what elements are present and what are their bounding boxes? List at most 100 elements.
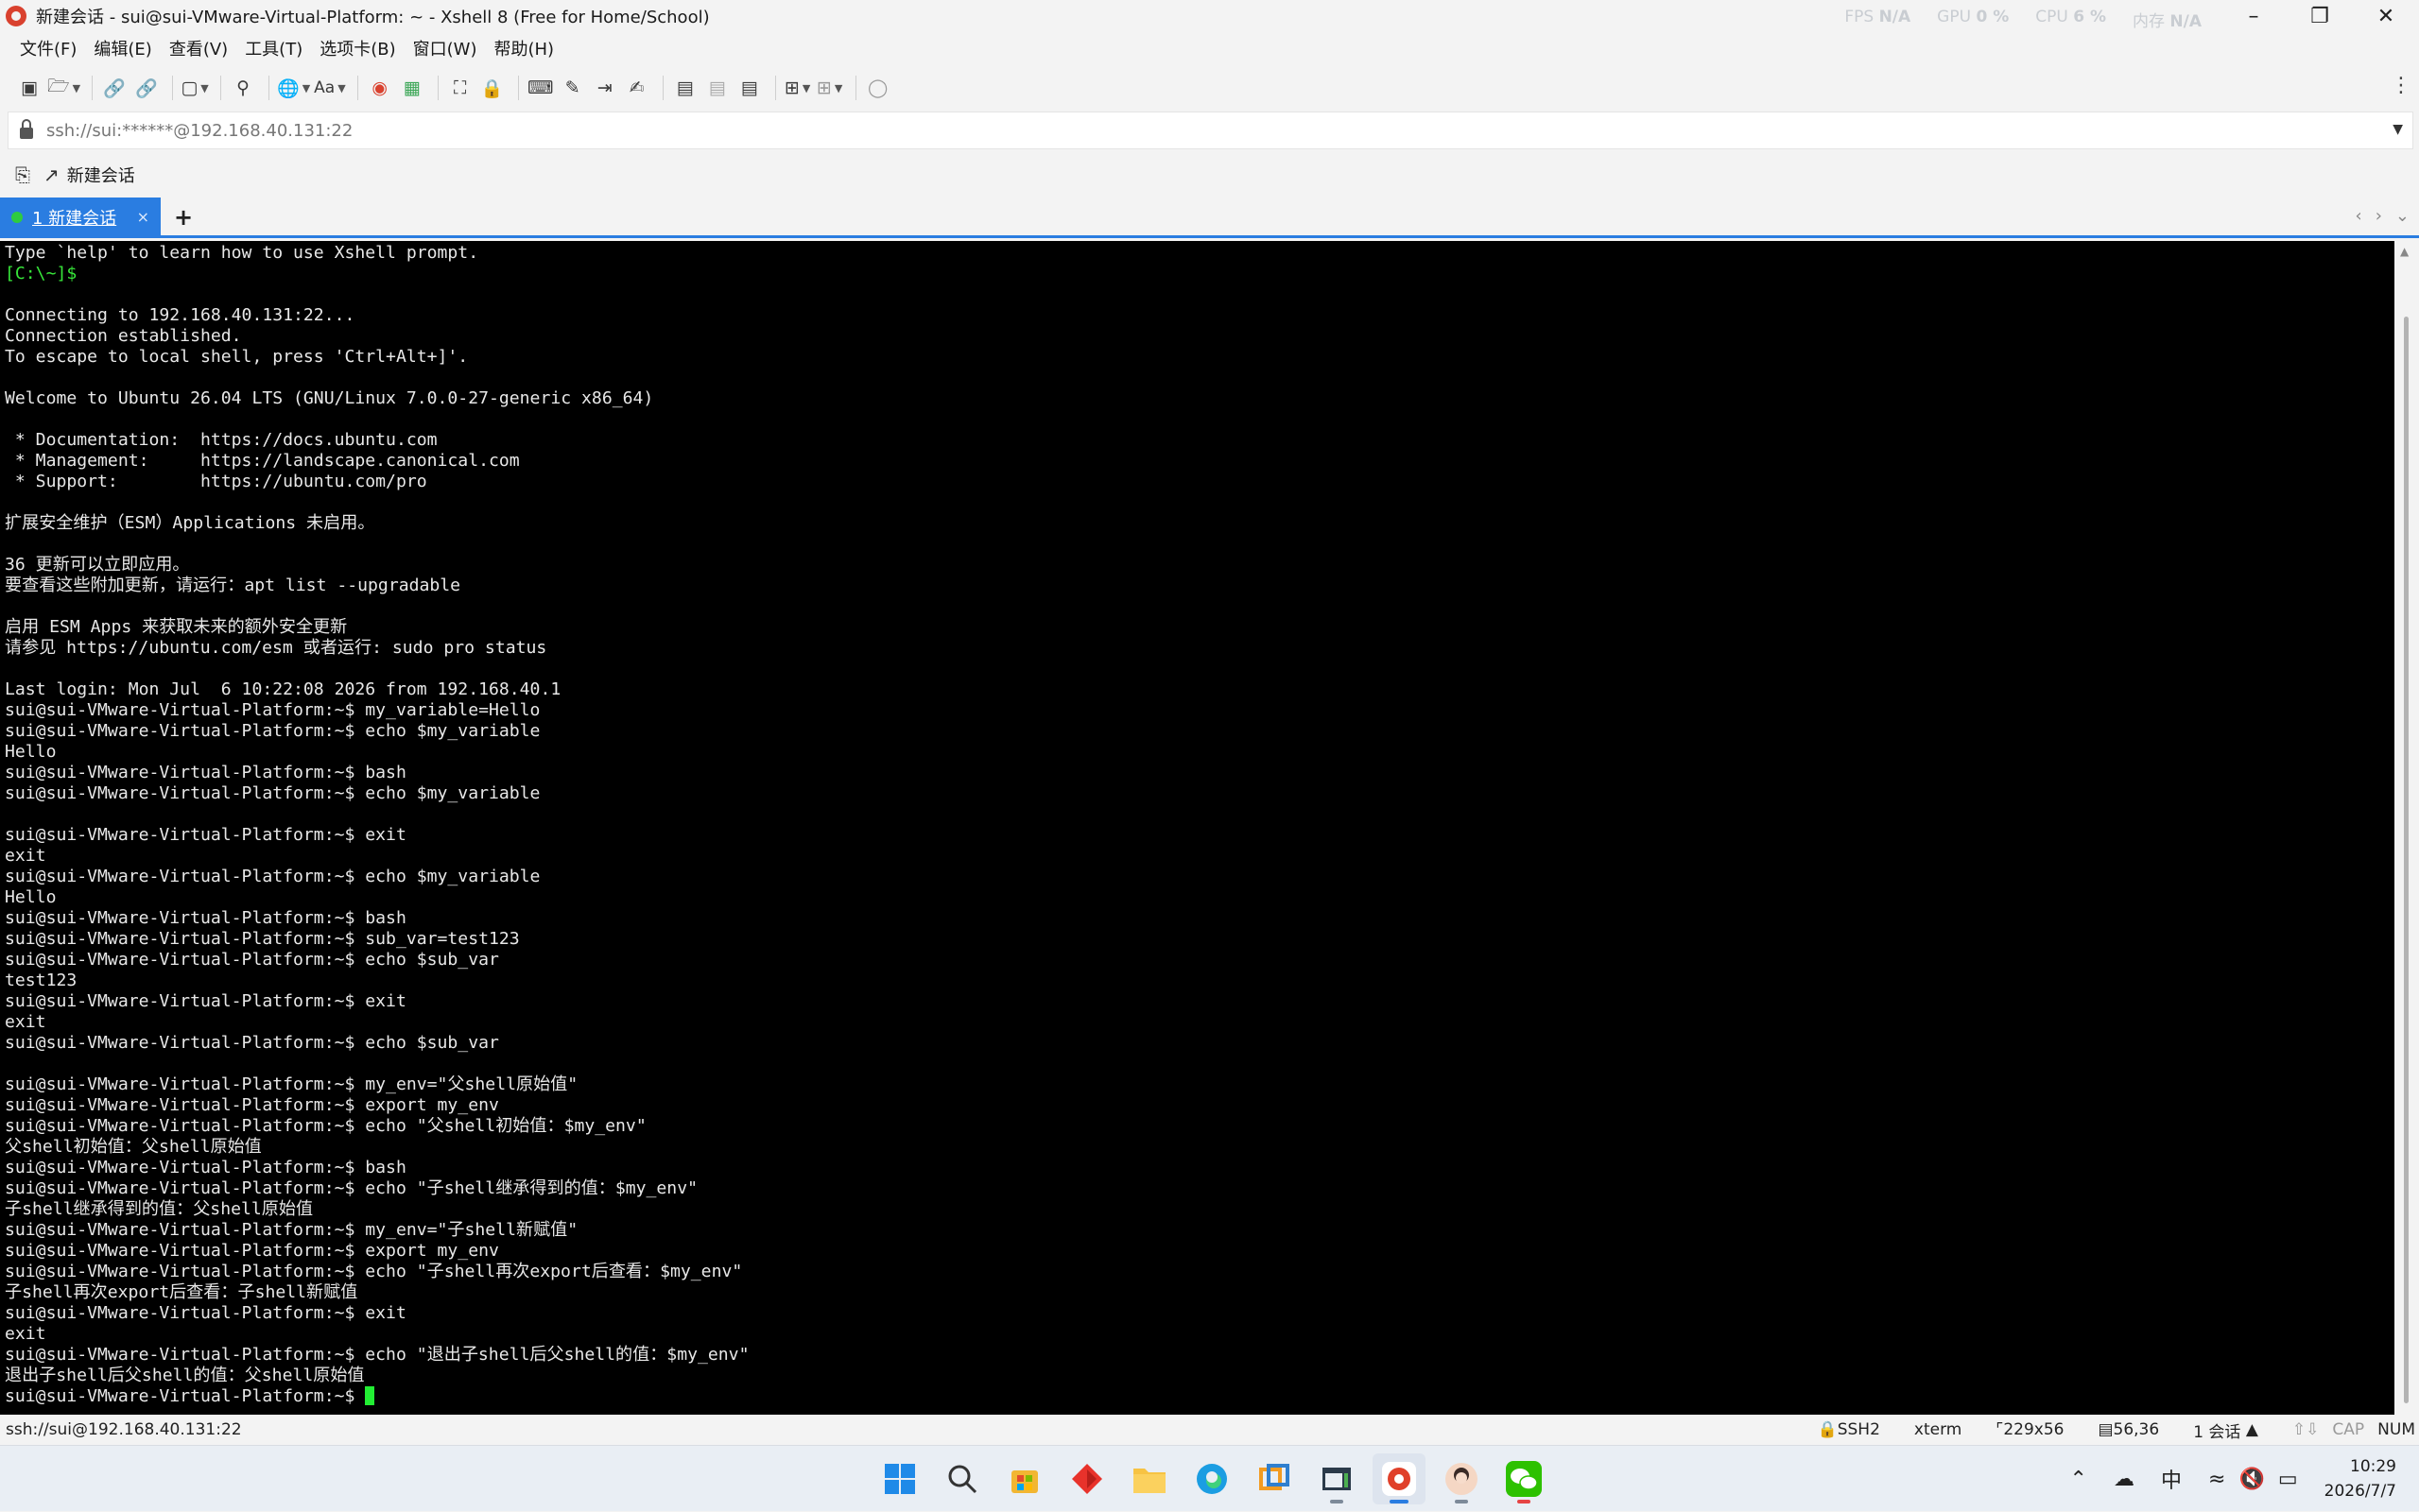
- close-tab-icon[interactable]: ×: [137, 208, 149, 226]
- scroll-up-icon[interactable]: ▲: [2400, 245, 2409, 258]
- menu-tools[interactable]: 工具(T): [236, 32, 311, 64]
- terminal-line: 退出子shell后父shell的值：父shell原始值: [5, 1366, 365, 1385]
- xshell-app-icon[interactable]: ◉: [366, 73, 394, 103]
- menu-file[interactable]: 文件(F): [11, 32, 85, 64]
- terminal-line: test123: [5, 971, 78, 990]
- find-icon[interactable]: ⚲: [229, 73, 257, 103]
- chevron-up-icon[interactable]: ⌃: [2070, 1468, 2087, 1491]
- session-manager-icon[interactable]: ⎘: [15, 163, 30, 186]
- keyboard-icon[interactable]: ⌨: [527, 73, 555, 103]
- cloud-offline-icon[interactable]: ☁: [2114, 1468, 2134, 1491]
- toolbar-divider: [774, 76, 776, 100]
- app-window-icon[interactable]: [1310, 1453, 1363, 1504]
- script-icon[interactable]: ✍: [623, 73, 651, 103]
- wechat-icon[interactable]: [1497, 1453, 1550, 1504]
- menu-help[interactable]: 帮助(H): [485, 32, 562, 64]
- chevron-left-icon[interactable]: ‹: [2356, 206, 2362, 226]
- battery-icon[interactable]: ▭: [2278, 1468, 2298, 1491]
- restore-button[interactable]: ❐: [2287, 0, 2353, 32]
- layout-icon[interactable]: ⊞ ▼: [816, 73, 844, 103]
- search-icon[interactable]: [936, 1453, 989, 1504]
- menu-view[interactable]: 查看(V): [161, 32, 236, 64]
- terminal-line: Hello: [5, 887, 57, 907]
- store-icon[interactable]: [998, 1453, 1051, 1504]
- close-button[interactable]: ✕: [2353, 0, 2419, 32]
- chevron-right-icon[interactable]: ›: [2376, 206, 2382, 226]
- disconnect-link-icon[interactable]: 🔗: [132, 73, 161, 103]
- terminal-cursor: [365, 1386, 375, 1405]
- clock[interactable]: 10:29 2026/7/7: [2324, 1454, 2396, 1503]
- terminal-line: sui@sui-VMware-Virtual-Platform:~$ echo …: [5, 1033, 499, 1053]
- speaker-muted-icon[interactable]: 🔇: [2238, 1468, 2264, 1491]
- terminal-line: exit: [5, 846, 46, 866]
- terminal-scrollbar[interactable]: ▲: [2394, 241, 2419, 1415]
- globe-icon[interactable]: 🌐 ▼: [277, 73, 310, 103]
- fps-label: FPS: [1844, 8, 1875, 26]
- minimize-button[interactable]: –: [2220, 0, 2287, 32]
- performance-overlay: FPS N/A GPU 0 % CPU 6 % 内存 N/A: [1844, 8, 2202, 31]
- terminal-line: Connecting to 192.168.40.131:22...: [5, 305, 355, 325]
- terminal-line: sui@sui-VMware-Virtual-Platform:~$ my_va…: [5, 700, 541, 720]
- edge-icon[interactable]: [1185, 1453, 1238, 1504]
- app-red-diamond-icon[interactable]: [1061, 1453, 1114, 1504]
- xftp-icon[interactable]: ▦: [398, 73, 426, 103]
- chevron-down-icon[interactable]: ⌄: [2395, 206, 2410, 226]
- status-bar: ssh://sui@192.168.40.131:22 🔒 SSH2 xterm …: [0, 1415, 2419, 1445]
- terminal-line: sui@sui-VMware-Virtual-Platform:~$ echo …: [5, 1116, 647, 1136]
- compose-icon[interactable]: ✎: [559, 73, 587, 103]
- terminal-line: [C:\~]$: [5, 264, 88, 284]
- status-cap: CAP: [2332, 1420, 2365, 1439]
- status-size: ⌜ 229x56: [1996, 1420, 2065, 1439]
- menu-edit[interactable]: 编辑(E): [85, 32, 160, 64]
- new-session-icon[interactable]: ▣: [15, 73, 43, 103]
- connect-link-icon[interactable]: 🔗: [100, 73, 129, 103]
- sessions-label: 1 会话: [2193, 1422, 2241, 1442]
- log-icon[interactable]: ▤: [671, 73, 700, 103]
- fullscreen-icon[interactable]: ⛶: [446, 73, 475, 103]
- file-explorer-icon[interactable]: [1123, 1453, 1176, 1504]
- address-input[interactable]: [46, 120, 2315, 141]
- terminal-line: sui@sui-VMware-Virtual-Platform:~$ bash: [5, 763, 406, 782]
- add-tab-button[interactable]: +: [174, 204, 193, 231]
- toolbar-divider: [268, 76, 270, 100]
- vmware-icon[interactable]: [1248, 1453, 1301, 1504]
- open-folder-icon[interactable]: 🗁 ▼: [47, 73, 80, 103]
- new-window-icon[interactable]: ▢ ▼: [181, 73, 209, 103]
- transfer-icon[interactable]: ▤: [703, 73, 732, 103]
- xshell-icon[interactable]: [1373, 1453, 1425, 1504]
- notes-icon[interactable]: ▤: [735, 73, 764, 103]
- lock-icon[interactable]: 🔒: [478, 73, 507, 103]
- cpu-label: CPU: [2035, 8, 2068, 26]
- running-indicator: [1455, 1500, 1468, 1503]
- terminal-line: sui@sui-VMware-Virtual-Platform:~$ echo …: [5, 721, 541, 741]
- status-sessions[interactable]: 1 会话 ▲: [2193, 1418, 2258, 1442]
- terminal-line: Type `help' to learn how to use Xshell p…: [5, 243, 479, 263]
- clock-time: 10:29: [2350, 1457, 2396, 1476]
- toolbar-divider: [437, 76, 439, 100]
- tab-session-1[interactable]: 1 新建会话 ×: [0, 197, 161, 237]
- ime-indicator[interactable]: 中: [2161, 1464, 2182, 1494]
- send-icon[interactable]: ⇥: [591, 73, 619, 103]
- running-indicator: [1517, 1500, 1530, 1503]
- new-session-link[interactable]: ↗ 新建会话: [43, 163, 135, 187]
- terminal-line: sui@sui-VMware-Virtual-Platform:~$: [5, 1386, 2390, 1407]
- more-options-icon[interactable]: ⋮: [2391, 74, 2411, 97]
- avatar-app-icon[interactable]: [1435, 1453, 1488, 1504]
- menu-tabs[interactable]: 选项卡(B): [311, 32, 404, 64]
- chat-icon[interactable]: ◯: [864, 73, 892, 103]
- terminal-output[interactable]: Type `help' to learn how to use Xshell p…: [0, 241, 2394, 1415]
- add-tab-icon[interactable]: ⊞ ▼: [784, 73, 812, 103]
- scrollbar-thumb[interactable]: [2404, 317, 2409, 1403]
- start-icon[interactable]: [873, 1453, 926, 1504]
- font-icon[interactable]: Aa ▼: [314, 73, 346, 103]
- wifi-icon[interactable]: ≈: [2208, 1468, 2225, 1491]
- toolbar-divider: [220, 76, 222, 100]
- menu-window[interactable]: 窗口(W): [405, 32, 486, 64]
- session-bar: ⎘ ↗ 新建会话: [0, 155, 2419, 195]
- chevron-down-icon[interactable]: ▼: [2393, 122, 2403, 137]
